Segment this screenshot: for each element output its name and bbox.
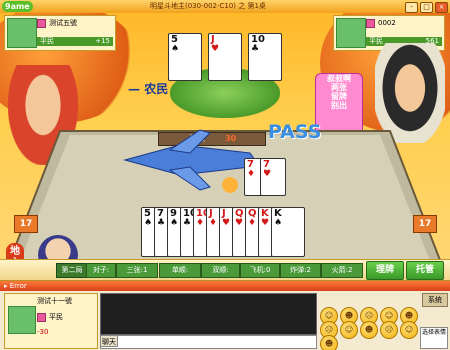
system-button[interactable]: 系统 (422, 293, 448, 307)
card-suit-icon: ♣ (183, 218, 192, 228)
card-suit-icon: ♥ (211, 44, 220, 54)
bubble-line: 叔叔啊 (327, 74, 351, 83)
left-player-score-row: 平民 +15 (37, 37, 113, 46)
title-bar: 9ame 明星斗地主(030-002-C10) 之 第1桌 - □ × (0, 0, 450, 14)
card-suit-icon: ♣ (251, 44, 260, 54)
hint-button[interactable]: 飞机:0 (240, 263, 280, 278)
close-button[interactable]: × (435, 2, 448, 13)
window-title: 明星斗地主(030-002-C10) 之 第1桌 (150, 2, 266, 10)
card-suit-icon: ♦ (209, 218, 218, 228)
card-suit-icon: ♠ (170, 218, 179, 228)
card-suit-icon: ♦ (247, 169, 256, 179)
played-card: 7 ♥ (260, 158, 286, 196)
self-player-panel[interactable]: 测试十一號 平民 -30 (4, 293, 98, 349)
self-player-name: 测试十一號 (37, 297, 72, 305)
left-card-count: 17 (14, 215, 38, 233)
bubble-line: 留牌 (331, 92, 347, 101)
self-player-role-row: 平民 (37, 312, 63, 322)
choose-emoji-button[interactable]: 选择表情 (420, 327, 448, 349)
chat-log[interactable] (100, 293, 317, 335)
bubble-line: 两张 (331, 83, 347, 92)
card-suit-icon: ♠ (171, 44, 180, 54)
right-card-count: 17 (413, 215, 437, 233)
bottom-panel: ▸ Error 测试十一號 平民 -30 聊天 系统 ☺ ☻ ☹ ☺ ☻ ☹ ☺ ☻ ☹ ☺ ☻ 选择… (0, 280, 450, 350)
hint-button[interactable]: 炸弹:2 (280, 263, 321, 278)
hint-button[interactable]: 三张:1 (116, 263, 158, 278)
emoji-icon[interactable]: ☹ (380, 321, 398, 339)
airplane-effect (123, 129, 256, 193)
landlord-card: 5 ♠ (168, 33, 202, 81)
player-color-icon (37, 18, 46, 28)
hand-card[interactable]: K ♠ (271, 207, 305, 257)
chat-input[interactable] (100, 335, 317, 349)
hosting-button[interactable]: 托管 (406, 261, 444, 280)
card-suit-icon: ♣ (157, 218, 166, 228)
chat-label-button[interactable]: 聊天 (100, 335, 118, 347)
player-color-icon (37, 312, 46, 322)
self-player-avatar (8, 306, 36, 334)
self-player-score: -30 (37, 328, 49, 336)
card-suit-icon: ♠ (274, 218, 283, 228)
action-bar: 第二局 理牌 托管 对子: 三张:1 单顺: 双顺: 飞机:0 炸弹:2 火箭:2 (0, 259, 450, 280)
card-suit-icon: ♥ (263, 169, 272, 179)
left-player-role: 平民 (40, 37, 54, 45)
window-controls: - □ × (405, 2, 448, 13)
left-player-avatar (7, 18, 37, 48)
game-window: 9ame 明星斗地主(030-002-C10) 之 第1桌 - □ × 测试五號… (0, 0, 450, 350)
app-logo: 9ame (2, 1, 33, 12)
right-player-name: 0002 (378, 19, 396, 27)
round-label: 第二局 (56, 263, 88, 278)
card-suit-icon: ♥ (235, 218, 244, 228)
emoji-icon[interactable]: ☺ (340, 321, 358, 339)
card-suit-icon: ♦ (196, 218, 205, 228)
left-player-name-row: 测试五號 (37, 18, 77, 28)
emoji-icon[interactable]: ☻ (360, 321, 378, 339)
left-player-score: +15 (95, 37, 110, 45)
emoji-icon[interactable]: ☻ (320, 335, 338, 350)
right-player-avatar (336, 18, 366, 48)
right-player-name-row: 0002 (366, 18, 396, 28)
self-player-role: 平民 (49, 313, 63, 321)
pass-indicator: PASS (268, 121, 322, 143)
error-label: Error (9, 282, 27, 290)
hint-button[interactable]: 双顺: (201, 263, 240, 278)
card-suit-icon: ♥ (261, 218, 270, 228)
sort-cards-button[interactable]: 理牌 (366, 261, 404, 280)
hint-button[interactable]: 单顺: (159, 263, 201, 278)
minimize-button[interactable]: - (405, 2, 418, 13)
hint-button[interactable]: 火箭:2 (321, 263, 363, 278)
maximize-button[interactable]: □ (420, 2, 433, 13)
card-suit-icon: ♠ (144, 218, 153, 228)
left-player-name: 测试五號 (49, 19, 77, 27)
card-suit-icon: ♦ (248, 218, 257, 228)
card-suit-icon: ♥ (222, 218, 231, 228)
landlord-card: J ♥ (208, 33, 242, 81)
landlord-card: 10 ♣ (248, 33, 282, 81)
hint-button[interactable]: 对子: (86, 263, 116, 278)
emoji-icon[interactable]: ☺ (400, 321, 418, 339)
error-header: ▸ Error (0, 281, 450, 291)
game-table: 测试五號 平民 +15 0002 平民 561 — 农民 叔叔啊 两张 留牌 别出 (0, 13, 450, 283)
player-color-icon (366, 18, 375, 28)
farmer-label: — 农民 (128, 82, 169, 96)
bubble-line: 别出 (331, 101, 347, 110)
left-player-panel[interactable]: 测试五號 平民 +15 (4, 15, 116, 51)
